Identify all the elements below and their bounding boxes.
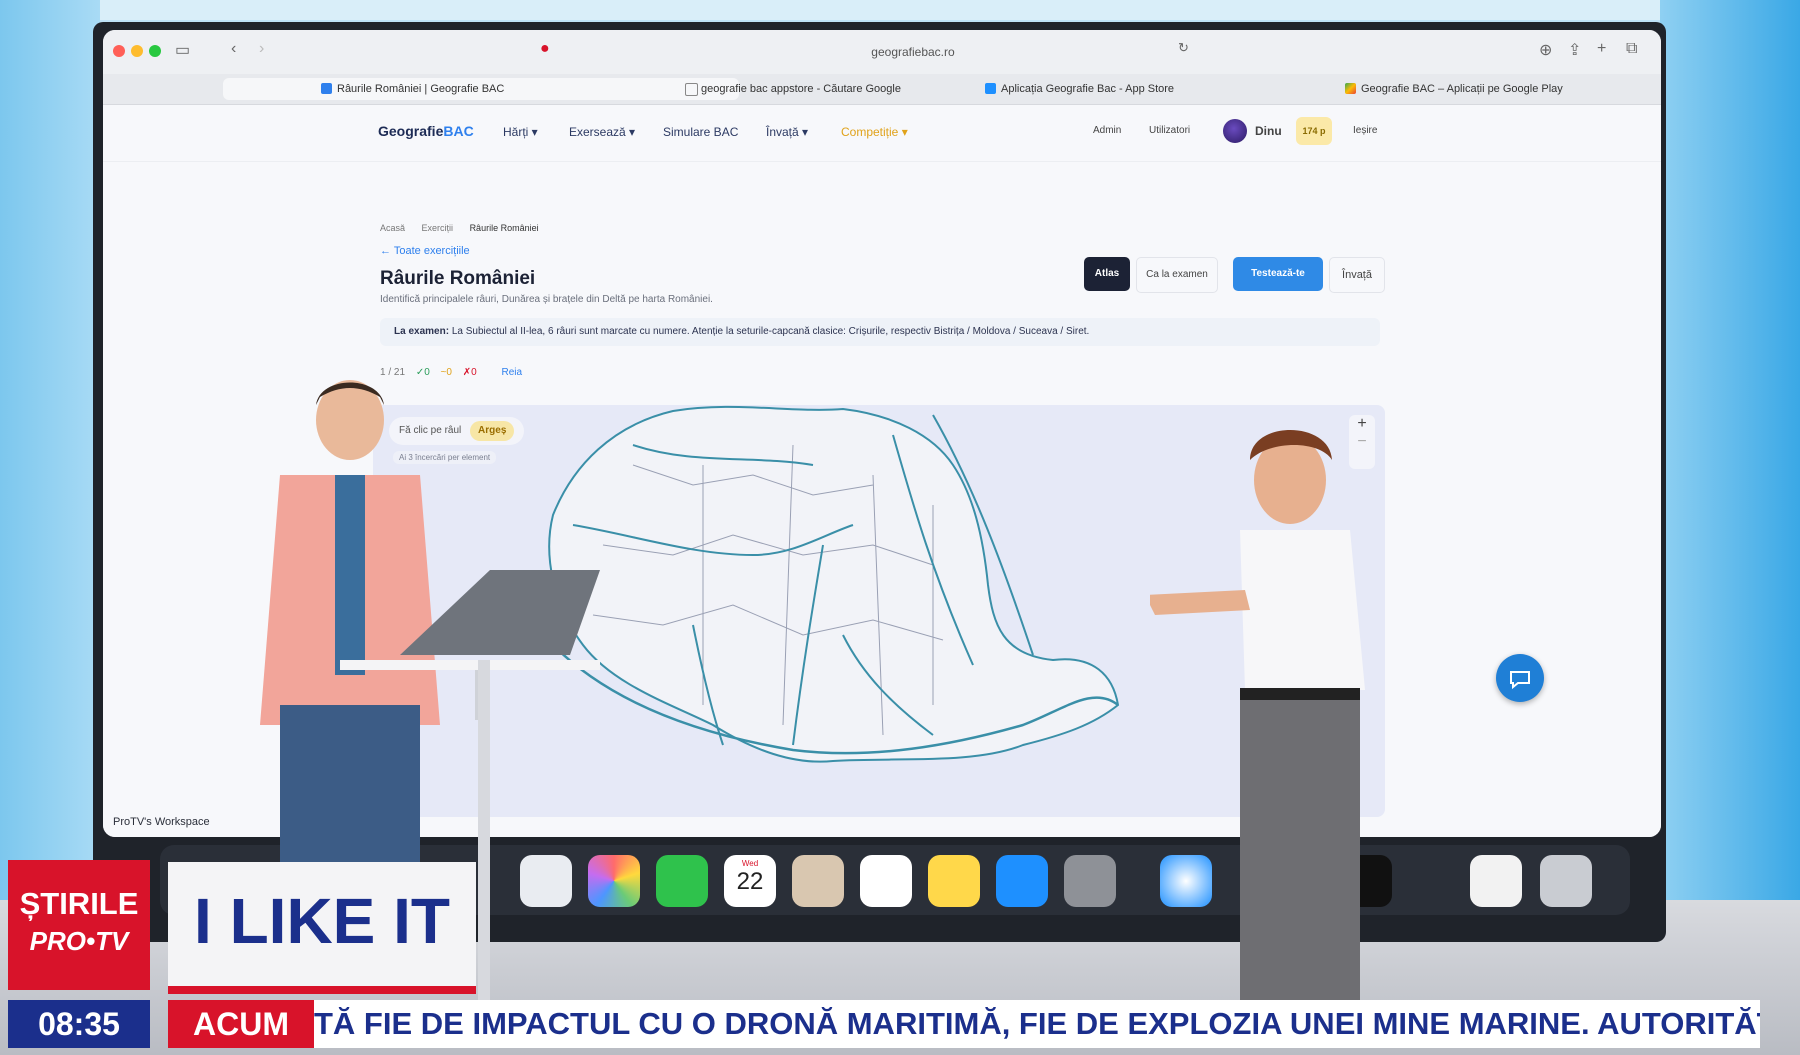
share-icon[interactable]: ⇪: [1568, 40, 1581, 60]
chat-button[interactable]: [1496, 654, 1544, 702]
contacts-icon[interactable]: [792, 855, 844, 907]
points-badge: 174 p: [1296, 117, 1332, 145]
trash-icon[interactable]: [1540, 855, 1592, 907]
protv-logo: ȘTIRILE PRO•TV: [8, 860, 150, 990]
calendar-month: Wed: [741, 859, 759, 868]
favicon-icon: [321, 83, 332, 94]
exam-note-label: La examen:: [394, 326, 450, 337]
avatar[interactable]: [1223, 119, 1247, 143]
reminders-icon[interactable]: [860, 855, 912, 907]
forward-icon[interactable]: ›: [259, 40, 264, 58]
site-nav: GeografieBAC Hărți ▾ Exersează ▾ Simular…: [103, 105, 1661, 162]
settings-icon[interactable]: [1064, 855, 1116, 907]
extension-icon[interactable]: ●: [540, 40, 550, 58]
breadcrumb: Acasă Exerciții Râurile României: [380, 223, 553, 233]
tab-label: Râurile României | Geografie BAC: [337, 83, 505, 95]
tab-raurile[interactable]: Râurile României | Geografie BAC: [223, 78, 739, 100]
page-title: Râurile României: [380, 268, 536, 289]
logout-link[interactable]: Ieșire: [1353, 125, 1377, 136]
reset-link[interactable]: Reia: [501, 367, 522, 378]
app-store-icon[interactable]: [996, 855, 1048, 907]
desk-stand: [478, 660, 490, 1000]
mode-exam-button[interactable]: Ca la examen: [1136, 257, 1218, 293]
reload-icon[interactable]: ↻: [1178, 40, 1189, 56]
tab-label: geografie bac appstore - Căutare Google: [701, 83, 901, 95]
nav-exerseaza[interactable]: Exersează ▾: [569, 125, 635, 139]
back-to-exercises-link[interactable]: ← Toate exercițiile: [380, 245, 470, 257]
favicon-icon: [985, 83, 996, 94]
nav-invata[interactable]: Învață ▾: [766, 125, 808, 139]
studio-backdrop-left: [0, 0, 100, 900]
back-icon[interactable]: ‹: [231, 40, 236, 58]
nav-competitie[interactable]: Competiție ▾: [841, 125, 908, 139]
tab-label: Aplicația Geografie Bac - App Store: [1001, 83, 1175, 95]
news-ticker: TĂ FIE DE IMPACTUL CU O DRONĂ MARITIMĂ, …: [314, 1000, 1760, 1048]
browser-titlebar: ▭ ‹ › ● geografiebac.ro ↻ ⊕ ⇪ + ⧉: [103, 30, 1661, 74]
tab-overview-icon[interactable]: ⧉: [1626, 40, 1637, 58]
sidebar-icon[interactable]: ▭: [175, 40, 190, 60]
show-title-bar: I LIKE IT: [168, 862, 476, 994]
channel-line1: ȘTIRILE: [19, 886, 139, 921]
site-logo[interactable]: GeografieBAC: [378, 123, 474, 139]
mode-learn-button[interactable]: Învață: [1329, 257, 1385, 293]
user-name[interactable]: Dinu: [1255, 124, 1282, 138]
breadcrumb-exercises[interactable]: Exerciții: [422, 223, 454, 233]
document-icon[interactable]: [1470, 855, 1522, 907]
nav-users[interactable]: Utilizatori: [1149, 125, 1190, 136]
launchpad-icon[interactable]: [520, 855, 572, 907]
facetime-icon[interactable]: [656, 855, 708, 907]
tab-google-play[interactable]: Geografie BAC – Aplicații pe Google Play: [1343, 78, 1563, 100]
nav-harti[interactable]: Hărți ▾: [503, 125, 538, 139]
broadcast-clock: 08:35: [8, 1000, 150, 1048]
laptop-and-desk: [340, 570, 600, 720]
maximize-window-button[interactable]: [149, 45, 161, 57]
ticker-text: TĂ FIE DE IMPACTUL CU O DRONĂ MARITIMĂ, …: [314, 1006, 1760, 1041]
chat-icon: [1510, 671, 1530, 690]
country-border: [548, 405, 1120, 763]
download-icon[interactable]: ⊕: [1539, 40, 1552, 60]
tab-label: Geografie BAC – Aplicații pe Google Play: [1361, 83, 1563, 95]
nav-admin[interactable]: Admin: [1093, 125, 1121, 136]
breadcrumb-current: Râurile României: [469, 223, 539, 233]
notes-icon[interactable]: [928, 855, 980, 907]
studio-backdrop-right: [1660, 0, 1800, 900]
show-title: I LIKE IT: [194, 885, 450, 957]
studio-backdrop-top: [0, 0, 1800, 20]
mode-test-button[interactable]: Testează-te: [1233, 257, 1323, 291]
minimize-window-button[interactable]: [131, 45, 143, 57]
favicon-icon: [685, 83, 698, 96]
calendar-day: 22: [736, 868, 764, 895]
photos-icon[interactable]: [588, 855, 640, 907]
favicon-icon: [1345, 83, 1356, 94]
page-subtitle: Identifică principalele râuri, Dunărea ș…: [380, 294, 713, 305]
presenter-right: [1150, 430, 1365, 1000]
nav-simulare-bac[interactable]: Simulare BAC: [663, 125, 738, 139]
new-tab-icon[interactable]: +: [1597, 40, 1606, 58]
breadcrumb-home[interactable]: Acasă: [380, 223, 405, 233]
workspace-label: ProTV's Workspace: [113, 816, 210, 828]
now-label: ACUM: [168, 1000, 314, 1048]
channel-line2: PRO•TV: [29, 926, 129, 956]
exam-note: La examen: La Subiectul al II-lea, 6 râu…: [380, 318, 1380, 346]
tab-app-store[interactable]: Aplicația Geografie Bac - App Store: [983, 78, 1174, 100]
calendar-icon[interactable]: Wed 22: [724, 855, 776, 907]
mode-atlas-button[interactable]: Atlas: [1084, 257, 1130, 291]
address-bar[interactable]: geografiebac.ro: [733, 40, 1093, 64]
tab-bar: Râurile României | Geografie BAC geograf…: [103, 74, 1661, 105]
exam-note-text: La Subiectul al II-lea, 6 râuri sunt mar…: [451, 326, 1090, 337]
close-window-button[interactable]: [113, 45, 125, 57]
tab-google-search[interactable]: geografie bac appstore - Căutare Google: [683, 78, 901, 100]
